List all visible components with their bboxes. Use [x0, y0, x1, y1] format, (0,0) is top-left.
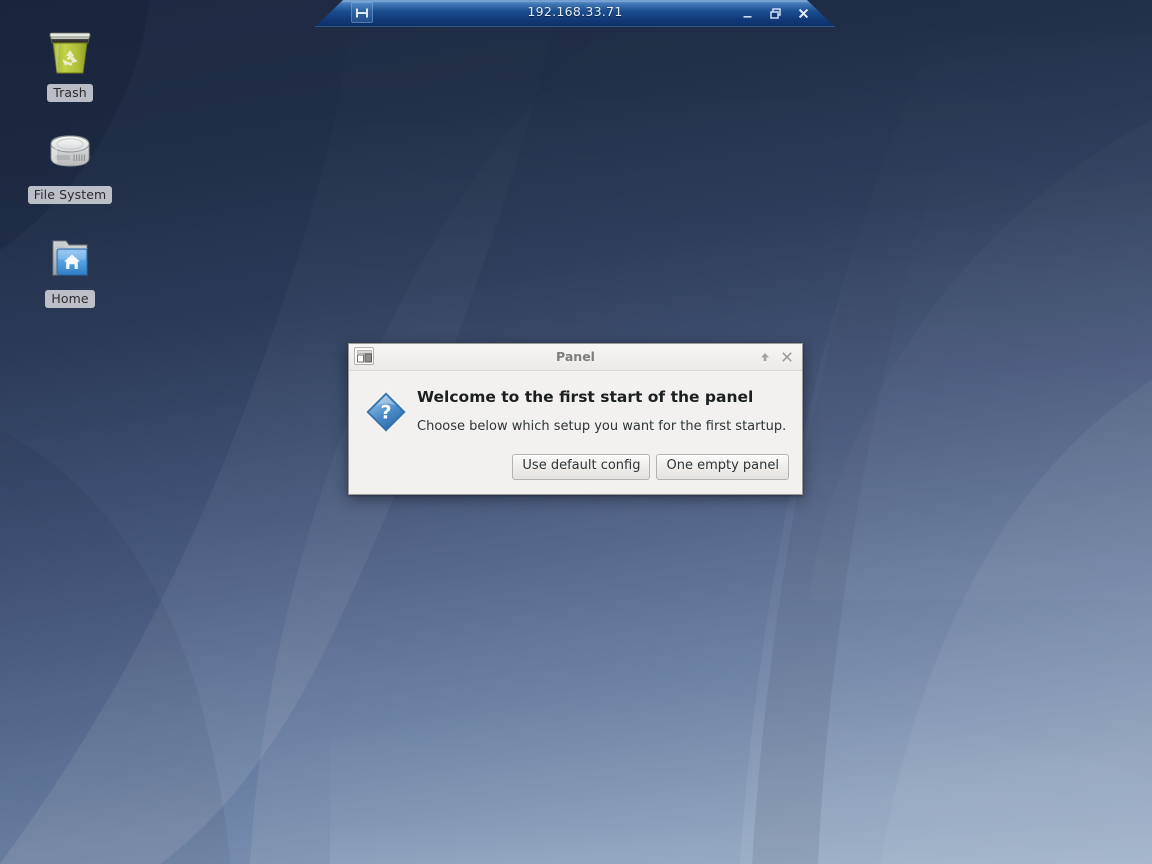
use-default-config-button[interactable]: Use default config: [512, 454, 651, 480]
dialog-body: ? Welcome to the first start of the pane…: [349, 371, 802, 439]
home-folder-icon: [22, 232, 118, 284]
maximize-button[interactable]: [766, 4, 785, 23]
one-empty-panel-button[interactable]: One empty panel: [656, 454, 789, 480]
remote-viewer-title: 192.168.33.71: [527, 4, 623, 19]
remote-viewer-titlebar[interactable]: 192.168.33.71: [315, 0, 835, 27]
close-icon: [798, 8, 809, 19]
panel-welcome-dialog: Panel ? Welcome to the first start of th…: [348, 343, 803, 495]
close-icon: [782, 352, 792, 362]
harddisk-icon: [22, 128, 118, 180]
trash-icon: [22, 26, 118, 78]
desktop-icon-home[interactable]: Home: [22, 232, 118, 308]
desktop-icon-label: Home: [45, 290, 95, 308]
question-diamond-icon: ?: [364, 390, 408, 434]
desktop-icon-trash[interactable]: Trash: [22, 26, 118, 102]
desktop-icon-file-system[interactable]: File System: [22, 128, 118, 204]
dialog-text-block: Welcome to the first start of the panel …: [417, 387, 788, 435]
minimize-button[interactable]: [738, 4, 757, 23]
maximize-icon: [770, 8, 781, 19]
dialog-title: Panel: [556, 349, 595, 364]
svg-text:?: ?: [380, 402, 391, 424]
desktop-icon-label: Trash: [47, 84, 93, 102]
dialog-heading: Welcome to the first start of the panel: [417, 388, 754, 406]
dialog-close-button[interactable]: [778, 348, 796, 366]
desktop-icon-label: File System: [27, 186, 113, 204]
dialog-action-buttons: Use default config One empty panel: [512, 454, 789, 480]
dialog-icon-wrap: ?: [363, 387, 417, 439]
dialog-titlebar[interactable]: Panel: [349, 344, 802, 371]
desktop-screen: Trash File System Home 192.168.33.71 Pan…: [0, 0, 1152, 864]
arrow-up-icon: [761, 353, 769, 361]
shade-button[interactable]: [756, 348, 774, 366]
minimize-icon: [743, 16, 752, 18]
close-button[interactable]: [794, 4, 813, 23]
dialog-message: Choose below which setup you want for th…: [417, 418, 787, 434]
